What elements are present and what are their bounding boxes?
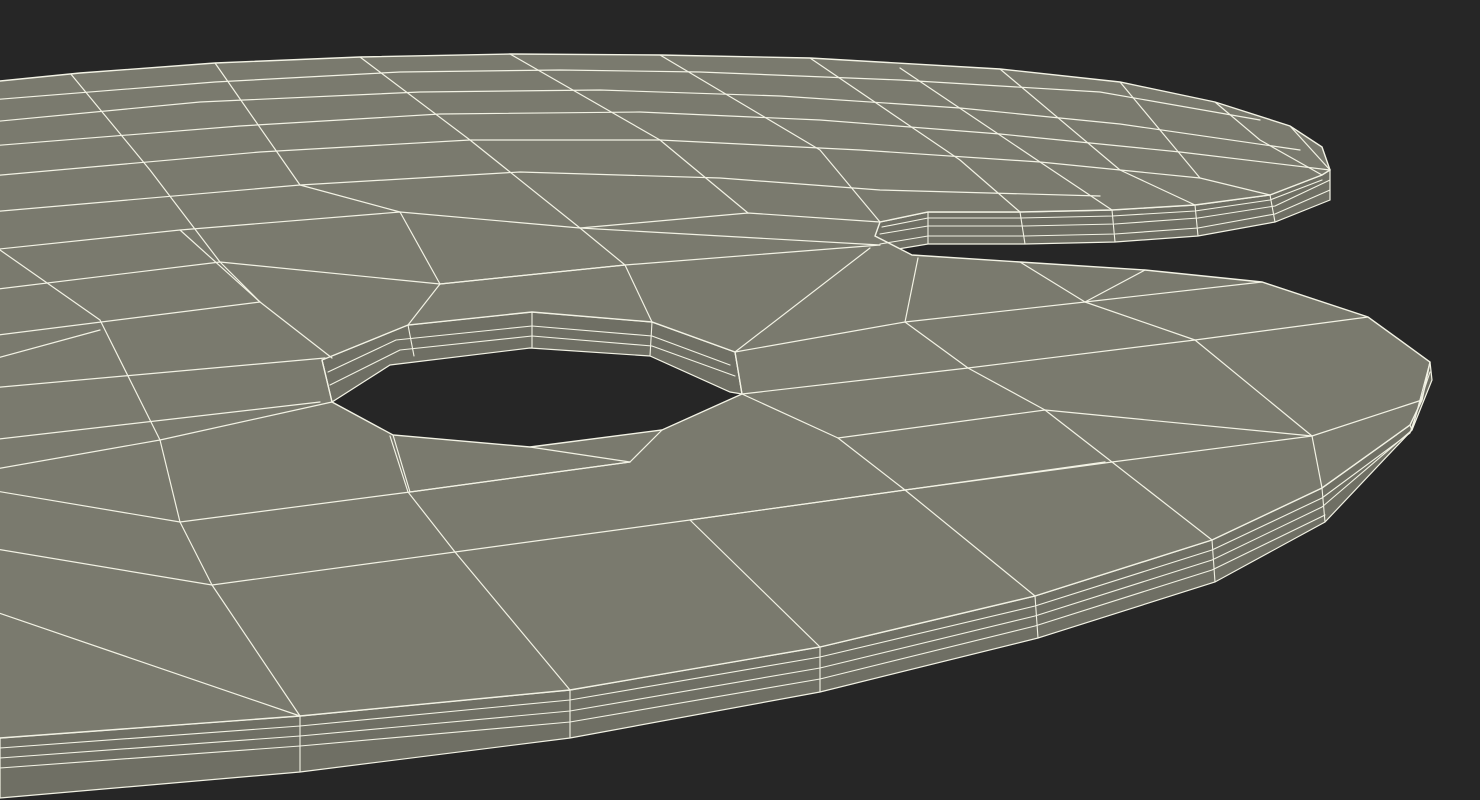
palette-wireframe [0,53,1433,799]
render-viewport [0,0,1480,800]
